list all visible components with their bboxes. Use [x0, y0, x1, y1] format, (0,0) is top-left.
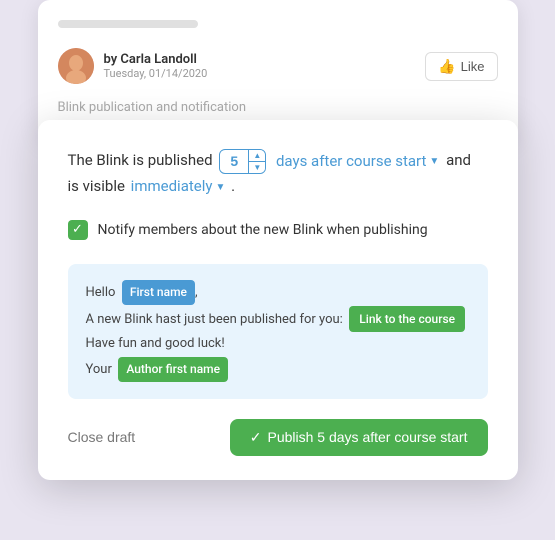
- author-date: Tuesday, 01/14/2020: [104, 67, 208, 80]
- link-to-course-tag: Link to the course: [349, 306, 465, 333]
- hello-text: Hello: [86, 285, 116, 300]
- notify-row: ✓ Notify members about the new Blink whe…: [68, 220, 488, 240]
- author-row: by Carla Landoll Tuesday, 01/14/2020 👍 L…: [58, 48, 498, 84]
- close-draft-button[interactable]: Close draft: [68, 429, 136, 445]
- visible-label: is visible: [68, 177, 125, 195]
- author-info: by Carla Landoll Tuesday, 01/14/2020: [58, 48, 208, 84]
- immediately-dropdown[interactable]: immediately ▼: [131, 174, 226, 200]
- spinner-down[interactable]: ▼: [249, 162, 265, 173]
- email-line4: Your Author first name: [86, 357, 470, 383]
- immediately-arrow-icon: ▼: [215, 179, 225, 196]
- like-button[interactable]: 👍 Like: [425, 52, 497, 81]
- author-details: by Carla Landoll Tuesday, 01/14/2020: [104, 52, 208, 80]
- publish-sentence: The Blink is published 5 ▲ ▼ days after …: [68, 148, 488, 200]
- author-name: by Carla Landoll: [104, 52, 208, 67]
- sentence-part1: The Blink is published: [68, 151, 213, 169]
- first-name-tag: First name: [122, 280, 195, 305]
- email-line3: Have fun and good luck!: [86, 332, 470, 357]
- spinner-buttons[interactable]: ▲ ▼: [248, 150, 265, 173]
- publish-button[interactable]: ✓ Publish 5 days after course start: [230, 419, 488, 456]
- modal-card: The Blink is published 5 ▲ ▼ days after …: [38, 120, 518, 479]
- checkmark-icon: ✓: [72, 222, 83, 237]
- spinner-up[interactable]: ▲: [249, 150, 265, 162]
- notify-text: Notify members about the new Blink when …: [98, 222, 428, 238]
- notify-checkbox[interactable]: ✓: [68, 220, 88, 240]
- connector-text: and: [446, 151, 471, 169]
- days-spinner[interactable]: 5 ▲ ▼: [219, 149, 266, 174]
- avatar: [58, 48, 94, 84]
- days-input[interactable]: 5: [220, 151, 248, 171]
- footer-row: Close draft ✓ Publish 5 days after cours…: [68, 419, 488, 456]
- dropdown-arrow-icon: ▼: [429, 153, 439, 170]
- email-line2: A new Blink hast just been published for…: [86, 306, 470, 333]
- publish-check-icon: ✓: [250, 429, 262, 446]
- period-text: .: [231, 177, 235, 195]
- like-icon: 👍: [438, 58, 455, 75]
- blink-label: Blink publication and notification: [58, 100, 498, 115]
- email-preview: Hello First name, A new Blink hast just …: [68, 264, 488, 399]
- top-bar: [58, 20, 198, 28]
- author-first-name-tag: Author first name: [118, 357, 228, 382]
- email-line1: Hello First name,: [86, 280, 470, 306]
- days-after-dropdown[interactable]: days after course start ▼: [276, 149, 439, 175]
